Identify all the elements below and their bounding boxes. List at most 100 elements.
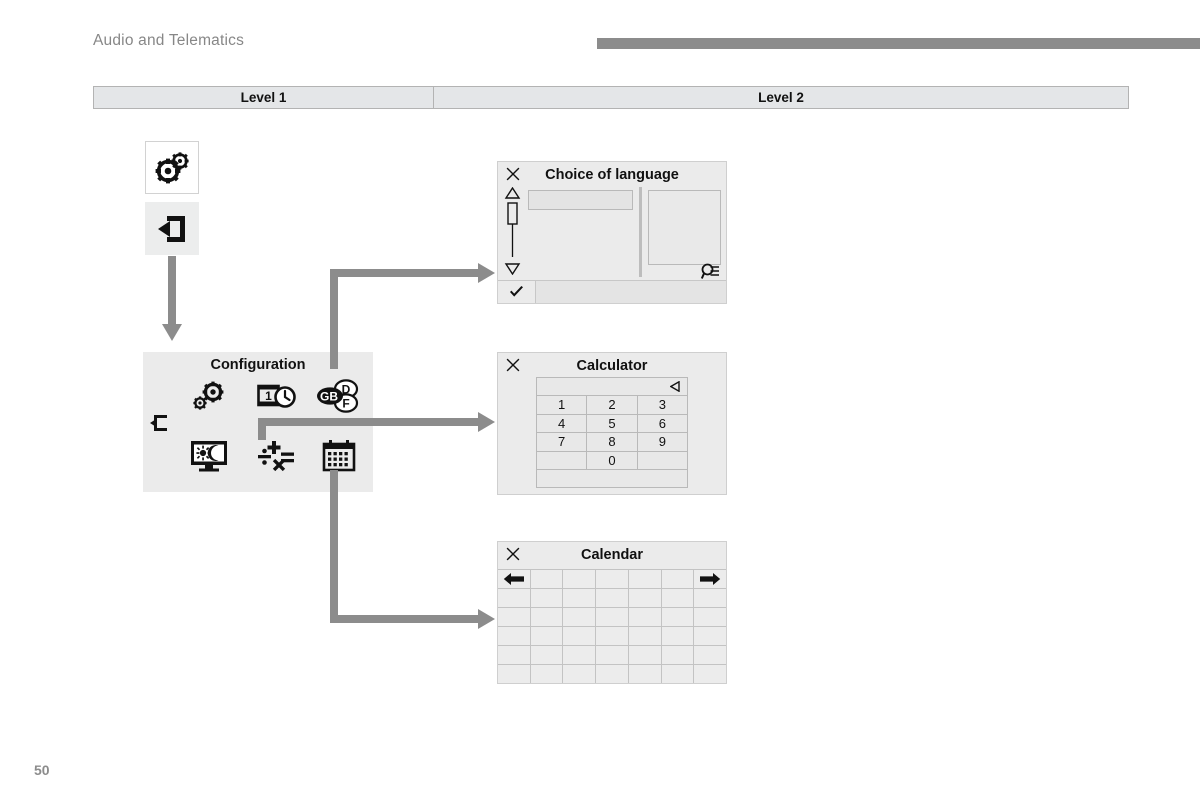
calendar-cell[interactable] — [662, 589, 695, 607]
calendar-cell[interactable] — [596, 570, 629, 588]
svg-text:GB: GB — [320, 390, 338, 404]
calendar-cell[interactable] — [596, 589, 629, 607]
calendar-row — [498, 608, 726, 627]
calendar-cell[interactable] — [563, 589, 597, 607]
config-item-calendar[interactable] — [309, 434, 369, 478]
calendar-cell[interactable] — [531, 589, 564, 607]
calendar-cell[interactable] — [629, 627, 662, 645]
calendar-cell[interactable] — [596, 646, 629, 664]
connector-calendar-vertical — [330, 470, 338, 623]
language-scrollbar[interactable] — [504, 187, 521, 275]
calendar-cell[interactable] — [694, 665, 726, 683]
language-icon: D F GB — [316, 379, 362, 413]
connector-calendar-horizontal — [330, 615, 480, 623]
calculator-icon — [255, 438, 299, 474]
calculator-key[interactable] — [637, 451, 687, 469]
calendar-cell[interactable] — [662, 627, 695, 645]
calendar-cell[interactable] — [563, 608, 597, 626]
calculator-key[interactable]: 0 — [587, 451, 638, 469]
magnifier-icon[interactable] — [701, 263, 721, 281]
calendar-cell[interactable] — [629, 646, 662, 664]
calendar-cell[interactable] — [596, 608, 629, 626]
calendar-cell[interactable] — [694, 627, 726, 645]
calendar-cell[interactable] — [531, 570, 564, 588]
connector-language-vertical — [330, 269, 338, 369]
calendar-cell[interactable] — [563, 646, 597, 664]
calendar-cell[interactable] — [694, 608, 726, 626]
calculator-result-field — [537, 470, 687, 487]
calendar-cell[interactable] — [629, 665, 662, 683]
calculator-key[interactable]: 4 — [537, 414, 588, 432]
calendar-cell[interactable] — [596, 627, 629, 645]
calendar-prev-button[interactable] — [498, 570, 531, 588]
calendar-row — [498, 646, 726, 665]
language-list-field[interactable] — [528, 190, 633, 210]
config-item-general-settings[interactable] — [179, 374, 239, 418]
calculator-key[interactable]: 7 — [537, 433, 588, 451]
language-screen-title: Choice of language — [545, 167, 679, 183]
language-divider — [639, 187, 642, 277]
calculator-key[interactable]: 3 — [637, 396, 687, 414]
gears-icon — [193, 381, 225, 411]
calculator-key[interactable]: 6 — [637, 414, 687, 432]
calculator-key[interactable]: 9 — [637, 433, 687, 451]
calculator-row: 0 — [537, 451, 687, 470]
arrow-left-icon — [503, 572, 525, 586]
configuration-back-button[interactable] — [148, 412, 174, 438]
connector-language-horizontal — [330, 269, 480, 277]
calendar-cell[interactable] — [694, 646, 726, 664]
gears-icon — [155, 151, 189, 184]
calendar-screen-title: Calendar — [580, 547, 644, 563]
calendar-grid — [498, 569, 726, 683]
connector-language-arrowhead — [478, 263, 495, 283]
checkmark-icon — [509, 285, 524, 299]
calendar-next-button[interactable] — [694, 570, 726, 588]
connector-exit-to-configuration-arrowhead — [162, 324, 182, 341]
config-item-date-and-time[interactable]: 1 — [247, 374, 307, 418]
calendar-cell[interactable] — [531, 646, 564, 664]
svg-text:F: F — [342, 397, 349, 411]
language-screen: Choice of language — [497, 161, 727, 304]
language-screen-body — [498, 185, 726, 280]
calendar-cell[interactable] — [498, 646, 531, 664]
calendar-cell[interactable] — [531, 608, 564, 626]
calendar-cell[interactable] — [662, 570, 695, 588]
calculator-key[interactable] — [537, 451, 588, 469]
calendar-cell[interactable] — [498, 665, 531, 683]
calendar-cell[interactable] — [498, 627, 531, 645]
calendar-cell[interactable] — [662, 608, 695, 626]
calendar-cell[interactable] — [563, 665, 597, 683]
config-item-display-day-night[interactable] — [179, 434, 239, 478]
calendar-cell[interactable] — [694, 589, 726, 607]
config-item-calculator[interactable] — [247, 434, 307, 478]
calendar-cell[interactable] — [498, 589, 531, 607]
calculator-key[interactable]: 2 — [587, 396, 638, 414]
calculator-display — [537, 378, 687, 396]
calendar-row — [498, 665, 726, 683]
calendar-cell[interactable] — [498, 608, 531, 626]
calendar-cell[interactable] — [596, 665, 629, 683]
calendar-cell[interactable] — [531, 627, 564, 645]
calculator-key[interactable]: 5 — [587, 414, 638, 432]
settings-gear-button[interactable] — [145, 141, 199, 194]
calendar-cell[interactable] — [563, 570, 597, 588]
calendar-cell[interactable] — [563, 627, 597, 645]
backspace-arrow-icon[interactable] — [670, 381, 682, 392]
config-item-choice-of-language[interactable]: D F GB — [309, 374, 369, 418]
language-confirm-button[interactable] — [498, 280, 536, 303]
connector-calculator-arrowhead — [478, 412, 495, 432]
language-preview-pane[interactable] — [648, 190, 721, 265]
connector-calendar-arrowhead — [478, 609, 495, 629]
calculator-key[interactable]: 1 — [537, 396, 588, 414]
calendar-cell[interactable] — [531, 665, 564, 683]
exit-button[interactable] — [145, 202, 199, 255]
calculator-row: 4 5 6 — [537, 414, 687, 433]
connector-calculator-horizontal — [258, 418, 480, 426]
calendar-cell[interactable] — [662, 665, 695, 683]
calendar-cell[interactable] — [629, 608, 662, 626]
arrow-right-icon — [699, 572, 721, 586]
calculator-key[interactable]: 8 — [587, 433, 638, 451]
calendar-cell[interactable] — [629, 589, 662, 607]
calendar-cell[interactable] — [629, 570, 662, 588]
calendar-cell[interactable] — [662, 646, 695, 664]
